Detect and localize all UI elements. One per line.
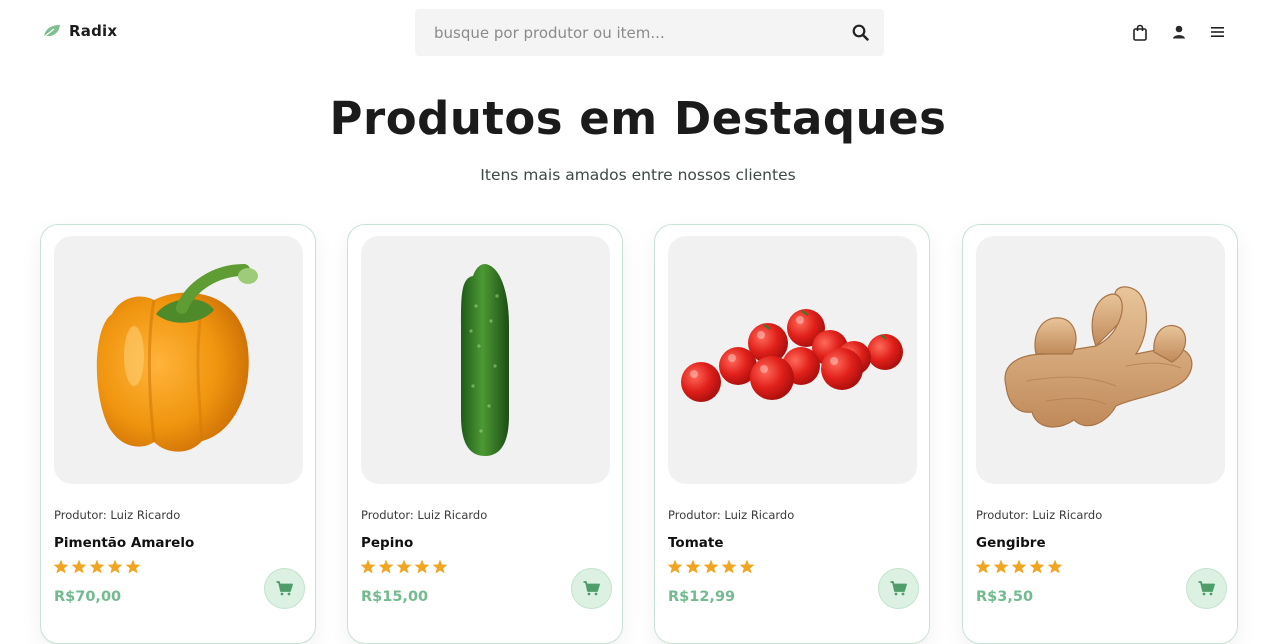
star-icon [71, 559, 87, 574]
product-price: R$15,00 [361, 589, 429, 605]
product-card[interactable]: Produtor: Luiz Ricardo Tomate R$12,99 [654, 224, 930, 644]
cart-icon [1198, 581, 1215, 596]
star-icon [414, 559, 430, 574]
star-icon [396, 559, 412, 574]
star-icon [993, 559, 1009, 574]
shopping-bag-icon [1132, 24, 1147, 41]
rating-stars [53, 559, 141, 574]
cart-icon [890, 581, 907, 596]
rating-stars [667, 559, 755, 574]
star-icon [378, 559, 394, 574]
search-button[interactable] [836, 9, 884, 56]
search-input[interactable] [415, 9, 836, 56]
star-icon [975, 559, 991, 574]
add-to-cart-button[interactable] [264, 568, 305, 609]
star-icon [360, 559, 376, 574]
add-to-cart-button[interactable] [571, 568, 612, 609]
star-icon [53, 559, 69, 574]
product-image[interactable] [54, 236, 303, 484]
star-icon [667, 559, 683, 574]
product-image[interactable] [668, 236, 917, 484]
star-icon [125, 559, 141, 574]
star-icon [685, 559, 701, 574]
menu-icon [1211, 27, 1224, 37]
star-icon [721, 559, 737, 574]
product-card[interactable]: Produtor: Luiz Ricardo Pimentão Amarelo … [40, 224, 316, 644]
search-icon [852, 24, 869, 41]
product-image[interactable] [361, 236, 610, 484]
ginger-image [1004, 286, 1193, 428]
section-title: Produtos em Destaques [329, 92, 947, 145]
yellow-pepper-image [96, 264, 258, 452]
product-price: R$12,99 [668, 589, 736, 605]
bag-button[interactable] [1131, 22, 1148, 42]
section-subtitle: Itens mais amados entre nossos clientes [480, 166, 796, 184]
star-icon [89, 559, 105, 574]
product-image[interactable] [976, 236, 1225, 484]
header: Radix [0, 0, 1264, 66]
user-button[interactable] [1170, 22, 1187, 42]
cucumber-image [461, 264, 509, 456]
star-icon [739, 559, 755, 574]
product-card[interactable]: Produtor: Luiz Ricardo Gengibre R$3,50 [962, 224, 1238, 644]
cart-icon [276, 581, 293, 596]
star-icon [1011, 559, 1027, 574]
product-price: R$3,50 [976, 589, 1034, 605]
product-name[interactable]: Tomate [668, 535, 723, 551]
product-price: R$70,00 [54, 589, 122, 605]
rating-stars [360, 559, 448, 574]
cart-icon [583, 581, 600, 596]
brand-name: Radix [69, 22, 118, 40]
product-producer: Produtor: Luiz Ricardo [361, 508, 488, 522]
rating-stars [975, 559, 1063, 574]
product-name[interactable]: Pimentão Amarelo [54, 535, 194, 551]
user-icon [1172, 25, 1185, 39]
tomatoes-image [681, 309, 903, 402]
star-icon [1029, 559, 1045, 574]
star-icon [1047, 559, 1063, 574]
product-producer: Produtor: Luiz Ricardo [54, 508, 181, 522]
product-name[interactable]: Gengibre [976, 535, 1046, 551]
star-icon [107, 559, 123, 574]
star-icon [703, 559, 719, 574]
product-card[interactable]: Produtor: Luiz Ricardo Pepino R$15,00 [347, 224, 623, 644]
star-icon [432, 559, 448, 574]
logo[interactable]: Radix [43, 22, 117, 40]
search-bar [415, 9, 884, 56]
product-producer: Produtor: Luiz Ricardo [976, 508, 1103, 522]
add-to-cart-button[interactable] [1186, 568, 1227, 609]
product-producer: Produtor: Luiz Ricardo [668, 508, 795, 522]
leaf-icon [43, 25, 60, 38]
menu-button[interactable] [1209, 22, 1226, 42]
product-name[interactable]: Pepino [361, 535, 413, 551]
header-actions [1131, 22, 1226, 42]
add-to-cart-button[interactable] [878, 568, 919, 609]
